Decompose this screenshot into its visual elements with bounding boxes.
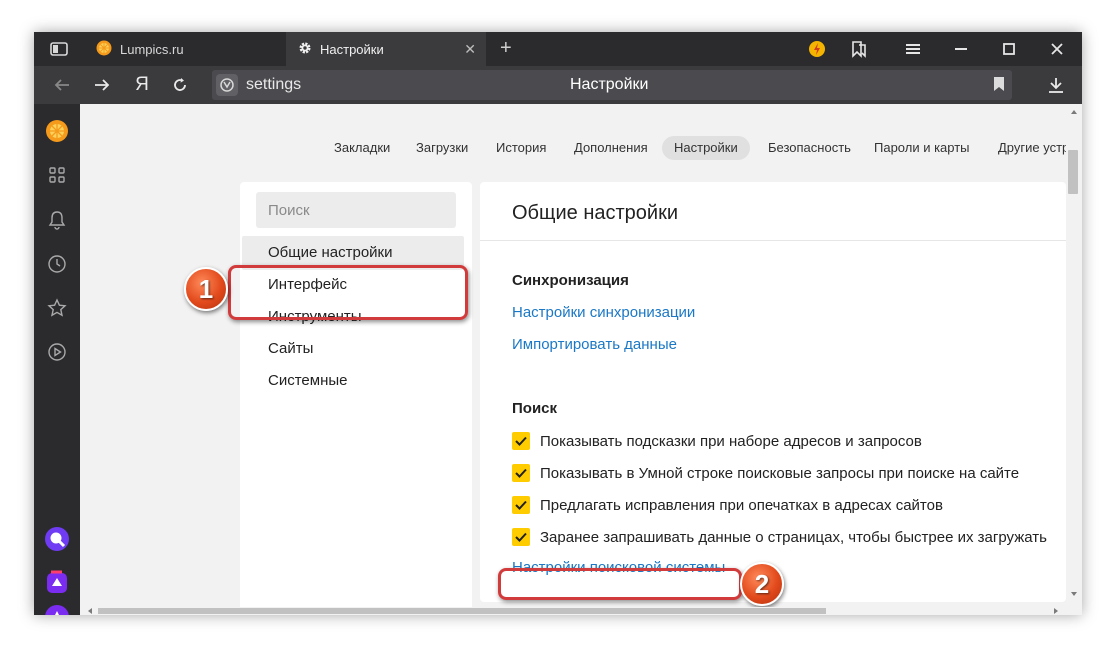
horizontal-scroll-thumb[interactable] [98, 608, 826, 614]
protect-icon[interactable] [794, 32, 840, 66]
settings-page: Закладки Загрузки История Дополнения Нас… [80, 104, 1066, 607]
page-title: Общие настройки [512, 202, 678, 224]
checkbox-row[interactable]: Заранее запрашивать данные о страницах, … [512, 526, 1047, 548]
checkbox-row[interactable]: Предлагать исправления при опечатках в а… [512, 494, 943, 516]
tab-downloads[interactable]: Загрузки [404, 136, 480, 160]
bookmark-icon[interactable] [992, 76, 1006, 97]
tab-strip: Lumpics.ru Настройки ✕ + [34, 32, 1082, 66]
forward-arrow-icon[interactable] [84, 66, 120, 104]
tab-extensions[interactable]: Дополнения [562, 136, 660, 160]
checkbox-row[interactable]: Показывать подсказки при наборе адресов … [512, 430, 922, 452]
checkbox-label: Показывать подсказки при наборе адресов … [540, 432, 922, 450]
import-data-link[interactable]: Импортировать данные [512, 336, 677, 353]
tab-lumpics[interactable]: Lumpics.ru [90, 32, 280, 66]
history-icon[interactable] [34, 249, 80, 279]
plus-icon[interactable]: + [500, 37, 512, 60]
yandex-icon[interactable]: Я [124, 66, 160, 104]
step-badge-1: 1 [184, 267, 228, 311]
search-heading: Поиск [512, 400, 558, 417]
tab-panels-icon[interactable] [48, 32, 70, 66]
tab-bookmarks[interactable]: Закладки [322, 136, 402, 160]
tab-title: Lumpics.ru [120, 41, 184, 57]
tab-history[interactable]: История [484, 136, 558, 160]
step-badge-2: 2 [740, 562, 784, 606]
divider [480, 240, 1066, 241]
back-arrow-icon[interactable] [44, 66, 80, 104]
address-toolbar: Я settings Настройки [34, 66, 1082, 104]
checkbox[interactable] [512, 496, 530, 514]
checkbox-row[interactable]: Показывать в Умной строке поисковые запр… [512, 462, 1019, 484]
vertical-scroll-thumb[interactable] [1068, 150, 1078, 194]
menu-item-system[interactable]: Системные [268, 372, 347, 389]
address-page-title: Настройки [570, 76, 649, 93]
play-icon[interactable] [34, 337, 80, 367]
bookmarks-icon[interactable] [836, 32, 882, 66]
reload-icon[interactable] [162, 66, 198, 104]
checkbox[interactable] [512, 464, 530, 482]
address-bar[interactable]: settings Настройки [212, 70, 1012, 100]
browser-sidebar [34, 104, 80, 615]
tab-passwords[interactable]: Пароли и карты [862, 136, 982, 160]
bell-icon[interactable] [34, 205, 80, 235]
menu-item-sites[interactable]: Сайты [268, 340, 313, 357]
tab-settings[interactable]: Настройки [662, 136, 750, 160]
zen-icon[interactable] [34, 116, 80, 146]
settings-main-panel: Общие настройки Синхронизация Настройки … [480, 182, 1066, 602]
browser-window: Lumpics.ru Настройки ✕ + Я settings Наст… [34, 32, 1082, 615]
sync-heading: Синхронизация [512, 272, 629, 289]
lumpics-favicon [96, 40, 112, 59]
star-icon[interactable] [34, 293, 80, 323]
settings-left-menu: Общие настройки Интерфейс Инструменты Са… [240, 182, 472, 607]
checkbox-label: Показывать в Умной строке поисковые запр… [540, 464, 1020, 482]
highlight-frame-2 [498, 568, 742, 600]
checkbox-label: Заранее запрашивать данные о страницах, … [540, 528, 1047, 546]
minimize-icon[interactable] [938, 32, 984, 66]
sync-settings-link[interactable]: Настройки синхронизации [512, 304, 695, 321]
gear-icon [298, 41, 312, 58]
checkbox-label: Предлагать исправления при опечатках в а… [540, 496, 943, 514]
tab-security[interactable]: Безопасность [756, 136, 863, 160]
menu-icon[interactable] [890, 32, 936, 66]
tab-settings[interactable]: Настройки ✕ [286, 32, 486, 66]
services-icon[interactable] [34, 160, 80, 190]
checkbox[interactable] [512, 432, 530, 450]
tab-other-devices[interactable]: Другие устр [986, 136, 1066, 160]
close-icon[interactable]: ✕ [464, 41, 476, 58]
settings-top-nav: Закладки Загрузки История Дополнения Нас… [80, 136, 1066, 160]
maximize-icon[interactable] [986, 32, 1032, 66]
highlight-frame-1 [228, 265, 468, 320]
tab-title: Настройки [320, 41, 384, 57]
market-icon[interactable] [34, 568, 80, 598]
menu-item-general[interactable]: Общие настройки [268, 244, 393, 261]
assistant-icon[interactable] [34, 602, 80, 615]
shield-icon[interactable] [216, 74, 238, 96]
download-icon[interactable] [1038, 66, 1074, 104]
checkbox[interactable] [512, 528, 530, 546]
alice-icon[interactable] [34, 524, 80, 554]
address-url[interactable]: settings [246, 76, 301, 94]
close-icon[interactable] [1034, 32, 1080, 66]
search-input[interactable] [256, 192, 456, 228]
